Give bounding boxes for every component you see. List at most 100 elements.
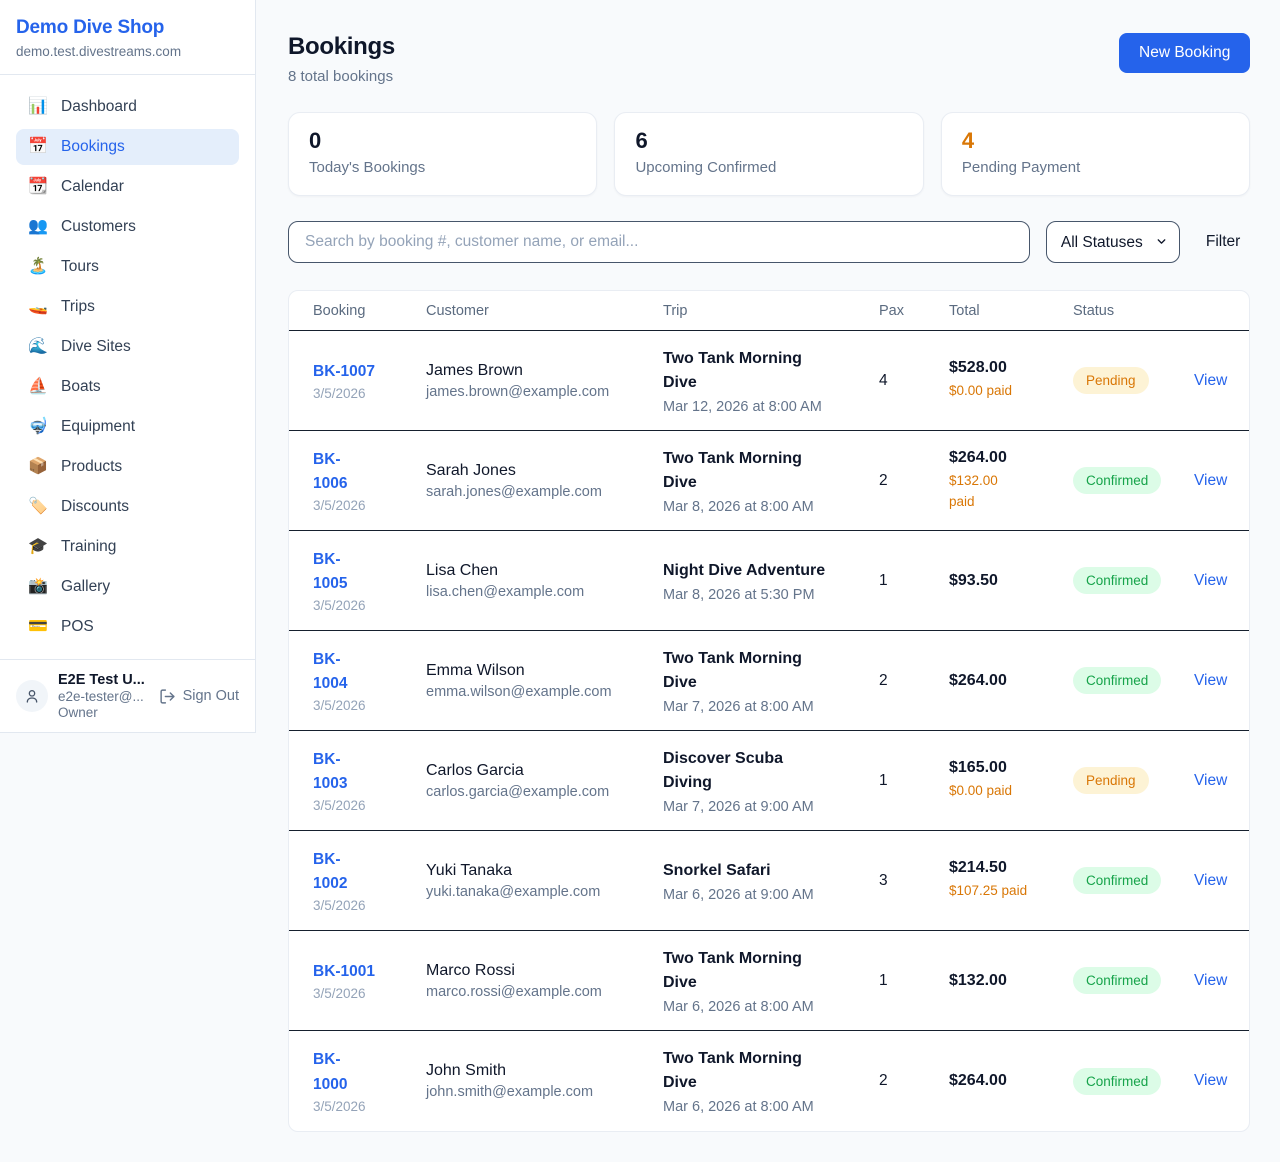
- table-row: BK-1001 3/5/2026 Marco Rossi marco.rossi…: [289, 931, 1249, 1031]
- sidebar-item-customers[interactable]: 👥 Customers: [16, 209, 239, 245]
- dive-sites-icon: 🌊: [28, 339, 48, 355]
- equipment-icon: 🤿: [28, 419, 48, 435]
- trip-cell: Two Tank Morning Dive Mar 8, 2026 at 8:0…: [663, 447, 879, 515]
- page-title-block: Bookings 8 total bookings: [288, 33, 395, 85]
- customer-name: John Smith: [426, 1062, 653, 1080]
- booking-date: 3/5/2026: [313, 1099, 416, 1114]
- new-booking-button[interactable]: New Booking: [1119, 33, 1250, 73]
- actions-cell: View: [1194, 772, 1237, 790]
- page-title: Bookings: [288, 33, 395, 61]
- table-row: BK- 1002 3/5/2026 Yuki Tanaka yuki.tanak…: [289, 831, 1249, 931]
- booking-ref-link[interactable]: BK-1007: [313, 360, 416, 384]
- booking-ref-link[interactable]: BK- 1004: [313, 648, 416, 696]
- booking-ref-link[interactable]: BK- 1005: [313, 548, 416, 596]
- products-icon: 📦: [28, 459, 48, 475]
- booking-ref-link[interactable]: BK-1001: [313, 960, 416, 984]
- table-header-row: BookingCustomerTripPaxTotalStatus: [289, 291, 1249, 331]
- sidebar-item-bookings[interactable]: 📅 Bookings: [16, 129, 239, 165]
- sidebar-item-label: Gallery: [61, 578, 110, 596]
- total-cell: $93.50: [949, 572, 1073, 590]
- actions-cell: View: [1194, 672, 1237, 690]
- customer-email: lisa.chen@example.com: [426, 584, 653, 600]
- customer-email: emma.wilson@example.com: [426, 684, 653, 700]
- view-link[interactable]: View: [1194, 672, 1227, 689]
- customer-cell: Lisa Chen lisa.chen@example.com: [426, 562, 663, 600]
- sidebar-item-products[interactable]: 📦 Products: [16, 449, 239, 485]
- status-select[interactable]: All Statuses: [1046, 221, 1180, 263]
- sidebar-item-gallery[interactable]: 📸 Gallery: [16, 569, 239, 605]
- booking-ref-link[interactable]: BK- 1000: [313, 1048, 416, 1096]
- user-icon: [24, 688, 40, 704]
- pax-cell: 1: [879, 972, 949, 990]
- status-badge: Pending: [1073, 767, 1149, 794]
- sidebar-item-label: Products: [61, 458, 122, 476]
- paid-amount: $0.00 paid: [949, 781, 1063, 801]
- booking-ref-link[interactable]: BK- 1002: [313, 848, 416, 896]
- sidebar-item-equipment[interactable]: 🤿 Equipment: [16, 409, 239, 445]
- booking-ref-link[interactable]: BK- 1006: [313, 448, 416, 496]
- user-name: E2E Test U...: [58, 672, 149, 688]
- sidebar-item-dashboard[interactable]: 📊 Dashboard: [16, 89, 239, 125]
- status-select-wrap: All Statuses: [1046, 221, 1180, 263]
- status-cell: Pending: [1073, 367, 1194, 394]
- sidebar-item-training[interactable]: 🎓 Training: [16, 529, 239, 565]
- sidebar-nav: 📊 Dashboard 📅 Bookings 📆 Calendar 👥 Cust…: [0, 75, 255, 659]
- paid-amount: $132.00 paid: [949, 471, 1063, 512]
- view-link[interactable]: View: [1194, 972, 1227, 989]
- user-email: e2e-tester@...: [58, 689, 149, 704]
- stat-card: 6 Upcoming Confirmed: [614, 112, 923, 196]
- view-link[interactable]: View: [1194, 1072, 1227, 1089]
- customer-name: Sarah Jones: [426, 462, 653, 480]
- customer-name: Marco Rossi: [426, 962, 653, 980]
- sidebar-item-label: Training: [61, 538, 116, 556]
- trip-name: Two Tank Morning Dive: [663, 347, 869, 395]
- table-row: BK- 1003 3/5/2026 Carlos Garcia carlos.g…: [289, 731, 1249, 831]
- sign-out-button[interactable]: Sign Out: [159, 688, 239, 705]
- booking-cell: BK-1007 3/5/2026: [313, 360, 426, 401]
- view-link[interactable]: View: [1194, 772, 1227, 789]
- search-input[interactable]: [288, 221, 1030, 263]
- filter-button[interactable]: Filter: [1196, 233, 1250, 251]
- trip-name: Snorkel Safari: [663, 859, 869, 883]
- customers-icon: 👥: [28, 219, 48, 235]
- trip-cell: Two Tank Morning Dive Mar 6, 2026 at 8:0…: [663, 947, 879, 1015]
- customer-cell: Marco Rossi marco.rossi@example.com: [426, 962, 663, 1000]
- view-link[interactable]: View: [1194, 372, 1227, 389]
- trip-cell: Night Dive Adventure Mar 8, 2026 at 5:30…: [663, 559, 879, 603]
- trip-name: Discover Scuba Diving: [663, 747, 869, 795]
- booking-cell: BK- 1002 3/5/2026: [313, 848, 426, 913]
- stat-value: 6: [635, 128, 902, 154]
- view-link[interactable]: View: [1194, 472, 1227, 489]
- sidebar-item-calendar[interactable]: 📆 Calendar: [16, 169, 239, 205]
- column-header-booking: Booking: [313, 303, 426, 319]
- status-badge: Confirmed: [1073, 567, 1161, 594]
- bookings-icon: 📅: [28, 139, 48, 155]
- sidebar-item-tours[interactable]: 🏝️ Tours: [16, 249, 239, 285]
- booking-date: 3/5/2026: [313, 798, 416, 813]
- booking-ref-link[interactable]: BK- 1003: [313, 748, 416, 796]
- view-link[interactable]: View: [1194, 872, 1227, 889]
- stat-label: Upcoming Confirmed: [635, 159, 902, 176]
- status-badge: Confirmed: [1073, 1068, 1161, 1095]
- sidebar-item-pos[interactable]: 💳 POS: [16, 609, 239, 645]
- total-amount: $264.00: [949, 672, 1063, 690]
- table-row: BK-1007 3/5/2026 James Brown james.brown…: [289, 331, 1249, 431]
- sidebar-item-label: Calendar: [61, 178, 124, 196]
- sidebar-item-discounts[interactable]: 🏷️ Discounts: [16, 489, 239, 525]
- sidebar-item-label: Equipment: [61, 418, 135, 436]
- sidebar-item-boats[interactable]: ⛵ Boats: [16, 369, 239, 405]
- sidebar-item-label: Bookings: [61, 138, 125, 156]
- view-link[interactable]: View: [1194, 572, 1227, 589]
- sidebar: Demo Dive Shop demo.test.divestreams.com…: [0, 0, 256, 733]
- sidebar-item-dive-sites[interactable]: 🌊 Dive Sites: [16, 329, 239, 365]
- discounts-icon: 🏷️: [28, 499, 48, 515]
- customer-email: marco.rossi@example.com: [426, 984, 653, 1000]
- sidebar-item-label: Dive Sites: [61, 338, 131, 356]
- pax-cell: 2: [879, 672, 949, 690]
- sidebar-item-trips[interactable]: 🚤 Trips: [16, 289, 239, 325]
- status-badge: Confirmed: [1073, 967, 1161, 994]
- table-row: BK- 1000 3/5/2026 John Smith john.smith@…: [289, 1031, 1249, 1131]
- customer-cell: Carlos Garcia carlos.garcia@example.com: [426, 762, 663, 800]
- customer-cell: John Smith john.smith@example.com: [426, 1062, 663, 1100]
- pax-cell: 2: [879, 472, 949, 490]
